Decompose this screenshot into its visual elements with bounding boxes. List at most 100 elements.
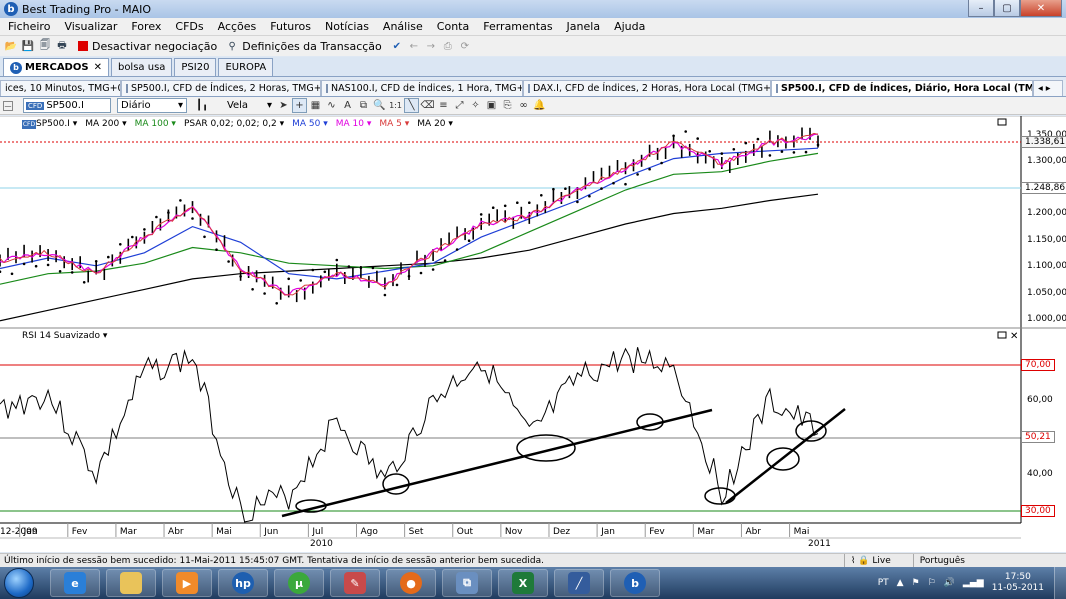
symbol-selector[interactable]: CFD SP500.I <box>23 98 111 113</box>
pattern-icon[interactable]: ✧ <box>468 98 483 113</box>
indicator-psar[interactable]: PSAR 0,02; 0,02; 0,2 ▾ <box>184 119 284 129</box>
ie-icon[interactable]: e <box>50 569 100 597</box>
trendline-icon[interactable]: ╲ <box>404 98 419 113</box>
symbol-type-tag: CFD <box>26 101 45 110</box>
text-tool-icon[interactable]: A <box>340 98 355 113</box>
menu-noticias[interactable]: Notícias <box>325 20 369 33</box>
tab-europa[interactable]: EUROPA <box>218 58 274 76</box>
paint-icon[interactable]: ✎ <box>330 569 380 597</box>
close-tab-icon[interactable]: ✕ <box>94 62 102 73</box>
flag-icon[interactable]: ⚐ <box>928 578 936 588</box>
refresh-icon[interactable]: ⟳ <box>458 39 472 53</box>
chart-tab[interactable]: SP500.I, CFD de Índices, 2 Horas, TMG+0 <box>121 80 321 96</box>
save-all-icon[interactable]: 🗐 <box>38 39 52 53</box>
status-tools[interactable]: ⌇ 🔒 Live <box>844 553 897 568</box>
print-preview-icon[interactable]: ⎙ <box>441 39 455 53</box>
hp-icon[interactable]: hp <box>218 569 268 597</box>
firefox-icon[interactable]: ● <box>386 569 436 597</box>
chart-area[interactable]: 12-2009 Jan Fev Mar Abr Mai Jun Jul Ago Set Out Nov… <box>0 115 1066 552</box>
transaction-settings-button[interactable]: Definições da Transacção <box>242 40 382 53</box>
indicator-ma200[interactable]: MA 200 ▾ <box>85 119 126 129</box>
indicator-ma5[interactable]: MA 5 ▾ <box>379 119 409 129</box>
tab-psi20[interactable]: PSI20 <box>174 58 217 76</box>
excel-icon[interactable]: X <box>498 569 548 597</box>
menu-ferramentas[interactable]: Ferramentas <box>483 20 552 33</box>
signal-strength-icon[interactable]: ▂▄▆ <box>963 578 984 588</box>
indicator-symbol[interactable]: CFDSP500.I ▾ <box>22 119 77 129</box>
crosshair-icon[interactable]: + <box>292 98 307 113</box>
menu-ajuda[interactable]: Ajuda <box>614 20 645 33</box>
chart-minimize-icon[interactable]: — <box>3 100 13 111</box>
save-icon[interactable]: 💾 <box>21 39 35 53</box>
eraser-icon[interactable]: ⌫ <box>420 98 435 113</box>
tab-scroll-arrows[interactable]: ◂ ▸ <box>1033 80 1063 96</box>
price-chart-svg[interactable]: 12-2009Jan Fev Mar Abr Mai Jun Jul Ago Set Out Nov… <box>0 115 1066 552</box>
pointer-icon[interactable]: ➤ <box>276 98 291 113</box>
tray-expand-icon[interactable]: ▲ <box>897 578 904 588</box>
indicator-ma50[interactable]: MA 50 ▾ <box>292 119 328 129</box>
rsi-label[interactable]: RSI 14 Suavizado ▾ <box>22 331 107 341</box>
utorrent-icon[interactable]: µ <box>274 569 324 597</box>
chart-tab[interactable]: DAX.I, CFD de Índices, 2 Horas, Hora Loc… <box>523 80 771 96</box>
indicators-icon[interactable]: ▦ <box>308 98 323 113</box>
link-icon[interactable]: ∞ <box>516 98 531 113</box>
maximize-button[interactable]: ▢ <box>994 0 1020 17</box>
indicator-ma20[interactable]: MA 20 ▾ <box>417 119 453 129</box>
psar-dot <box>323 270 327 274</box>
chart-type-select[interactable]: ┃╻ Vela ▾ <box>193 98 275 113</box>
psar-dot <box>516 201 519 204</box>
media-player-icon[interactable]: ▶ <box>162 569 212 597</box>
layers-icon[interactable]: ▣ <box>484 98 499 113</box>
minimize-button[interactable]: – <box>968 0 994 17</box>
fibonacci-icon[interactable]: ≡ <box>436 98 451 113</box>
chart-tab-active[interactable]: SP500.I, CFD de Índices, Diário, Hora Lo… <box>771 80 1033 96</box>
menu-conta[interactable]: Conta <box>437 20 469 33</box>
check-icon[interactable]: ✔ <box>390 39 404 53</box>
open-folder-icon[interactable]: 📂 <box>4 39 18 53</box>
psar-dot <box>335 258 339 262</box>
volume-icon[interactable]: 🔊 <box>944 578 955 588</box>
print-icon[interactable]: 🖶 <box>55 39 69 53</box>
menu-analise[interactable]: Análise <box>383 20 423 33</box>
zoom-reset-icon[interactable]: 1:1 <box>388 98 403 113</box>
arrow-tool-icon[interactable]: ⤢ <box>452 98 467 113</box>
menu-forex[interactable]: Forex <box>131 20 161 33</box>
best-trading-icon[interactable]: b <box>610 569 660 597</box>
close-button[interactable]: ✕ <box>1020 0 1062 17</box>
locale-indicator[interactable]: PT <box>878 578 889 588</box>
chart-icon[interactable]: ╱ <box>554 569 604 597</box>
tab-mercados[interactable]: b MERCADOS ✕ <box>3 58 109 76</box>
stop-trading-icon[interactable] <box>78 41 88 51</box>
menu-accoes[interactable]: Acções <box>218 20 257 33</box>
chart-tab[interactable]: NAS100.I, CFD de Índices, 1 Hora, TMG+0 <box>321 80 523 96</box>
month-label: Dez <box>553 527 570 537</box>
menu-cfds[interactable]: CFDs <box>175 20 203 33</box>
back-arrow-icon[interactable]: ← <box>407 39 421 53</box>
psar-dot <box>359 266 363 270</box>
zoom-icon[interactable]: 🔍 <box>372 98 387 113</box>
window-tool-icon[interactable]: ⧉ <box>356 98 371 113</box>
show-desktop-button[interactable] <box>1054 567 1066 599</box>
network-icon[interactable]: ⧉ <box>442 569 492 597</box>
tab-bolsa-usa[interactable]: bolsa usa <box>110 58 173 76</box>
menu-ficheiro[interactable]: Ficheiro <box>8 20 50 33</box>
explorer-icon[interactable] <box>106 569 156 597</box>
annotation-circle <box>516 434 576 462</box>
filter-icon[interactable]: ⚲ <box>225 39 239 53</box>
forward-arrow-icon[interactable]: → <box>424 39 438 53</box>
deactivate-trading-button[interactable]: Desactivar negociação <box>92 40 217 53</box>
network-tray-icon[interactable]: ⚑ <box>912 578 920 588</box>
studies-icon[interactable]: ∿ <box>324 98 339 113</box>
menu-visualizar[interactable]: Visualizar <box>64 20 117 33</box>
copy-icon[interactable]: ⎘ <box>500 98 515 113</box>
menu-janela[interactable]: Janela <box>567 20 601 33</box>
start-button[interactable] <box>4 568 34 598</box>
alert-icon[interactable]: 🔔 <box>532 98 547 113</box>
chart-tab[interactable]: ices, 10 Minutos, TMG+0 <box>0 80 121 96</box>
clock[interactable]: 17:50 11-05-2011 <box>992 572 1044 594</box>
indicator-ma10[interactable]: MA 10 ▾ <box>336 119 372 129</box>
period-select[interactable]: Diário ▾ <box>117 98 187 113</box>
menu-futuros[interactable]: Futuros <box>270 20 311 33</box>
rsi-close-icon: ✕ <box>1010 331 1018 342</box>
indicator-ma100[interactable]: MA 100 ▾ <box>135 119 176 129</box>
